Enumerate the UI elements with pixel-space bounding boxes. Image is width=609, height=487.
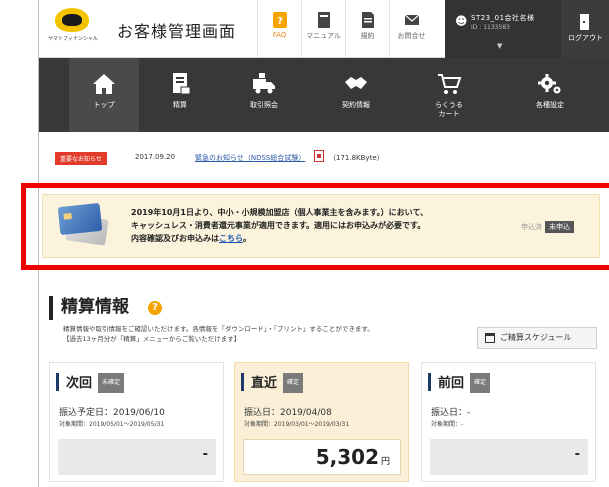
settlement-card-previous[interactable]: 前回 確定 振込日：- 対象期間：- - [421, 362, 596, 482]
cat-logo-icon [55, 8, 89, 32]
mail-icon [404, 14, 419, 25]
schedule-button[interactable]: ご精算スケジュール [477, 327, 597, 349]
card-amount-value: 5,302 [315, 445, 379, 469]
banner-line-3: 内容確認及びお申込みはこちら。 [131, 232, 501, 245]
settlement-card-next[interactable]: 次回 未確定 振込予定日：2019/06/10 対象期間：2019/05/01〜2… [49, 362, 224, 482]
gear-icon [538, 74, 561, 94]
notice-file-size: （171.8KByte） [329, 154, 384, 162]
banner-message: 2019年10月1日より、中小・小規模加盟店（個人事業主を含みます。）において、… [131, 206, 501, 245]
application-status: 申込済 未申込 [521, 221, 574, 233]
header-nav-label: 規約 [360, 32, 375, 40]
card-period: 対象期間：2019/05/01〜2019/05/31 [59, 421, 165, 428]
terms-icon [361, 12, 374, 28]
logout-icon [579, 14, 589, 30]
app-title: お客様管理画面 [117, 22, 237, 41]
header-nav-label: お問合せ [397, 32, 426, 40]
notice-link[interactable]: 緊急のお知らせ（NDSS総合試験） [195, 153, 305, 163]
card-status-tag: 確定 [470, 373, 491, 393]
card-transfer-date: 振込日：- [431, 408, 471, 418]
header-nav-contact[interactable]: お問合せ [389, 0, 433, 58]
main-nav-top[interactable]: トップ [69, 58, 139, 132]
card-amount: 5,302 円 [316, 445, 390, 469]
description-line-2: 【過去13ヶ月分が「精算」メニューからご覧いただけます】 [63, 335, 241, 343]
card-amount: - [574, 447, 580, 462]
header-nav-faq[interactable]: ? FAQ [257, 0, 301, 58]
credit-card-icon [57, 202, 103, 236]
banner-line-3-end: 。 [243, 234, 251, 243]
currency-unit: 円 [380, 457, 390, 467]
banner-line-2: キャッシュレス・消費者還元事業が適用できます。適用にはお申込みが必要です。 [131, 221, 426, 230]
faq-icon: ? [272, 12, 287, 28]
card-period: 対象期間：2019/03/01〜2019/03/31 [244, 421, 350, 428]
header-nav-label: マニュアル [306, 32, 341, 40]
calendar-icon [485, 333, 495, 343]
card-title-text: 直近 [251, 376, 278, 391]
card-amount-box: - [430, 439, 588, 475]
card-amount: - [202, 447, 208, 462]
pdf-icon[interactable] [314, 150, 324, 162]
manual-icon [317, 12, 330, 28]
card-title-text: 次回 [66, 376, 93, 391]
main-nav-label: 各種設定 [536, 101, 564, 109]
help-icon[interactable]: ? [148, 301, 162, 315]
main-nav-label: らくうる カート [435, 101, 463, 118]
cart-icon [438, 74, 462, 94]
section-description: 精算情報や取引情報をご確認いただけます。各情報を「ダウンロード」・「プリント」す… [63, 324, 463, 344]
banner-line-3-text: 内容確認及びお申込みは [131, 234, 219, 243]
card-title: 直近 確定 [241, 373, 304, 393]
main-nav-label: 契約情報 [342, 101, 370, 109]
header-nav-manual[interactable]: マニュアル [301, 0, 345, 58]
card-title-text: 前回 [438, 376, 465, 391]
user-icon: ☻ [455, 14, 468, 28]
delivery-truck-icon [253, 73, 275, 94]
important-notice-badge: 重要なお知らせ [55, 152, 107, 165]
document-icon [173, 73, 191, 95]
card-period: 対象期間：- [431, 421, 464, 428]
card-transfer-date: 振込予定日：2019/06/10 [59, 408, 165, 418]
apply-link[interactable]: こちら [219, 234, 243, 243]
status-label: 申込済 [521, 223, 542, 231]
company-logo[interactable]: ヤマトフィナンシャル [45, 6, 101, 48]
notice-bar: 重要なお知らせ 2017.09.20 緊急のお知らせ（NDSS総合試験） （17… [49, 150, 609, 166]
user-menu[interactable]: ☻ ST23_01会社名様 ID : 1133583 ▼ [445, 0, 561, 58]
schedule-button-label: ご精算スケジュール [500, 333, 572, 342]
home-icon [93, 74, 115, 94]
settlement-card-latest[interactable]: 直近 確定 振込日：2019/04/08 対象期間：2019/03/01〜2019… [234, 362, 409, 482]
header-nav-terms[interactable]: 規約 [345, 0, 389, 58]
notice-date: 2017.09.20 [135, 153, 176, 161]
card-title: 次回 未確定 [56, 373, 125, 393]
logout-label: ログアウト [568, 34, 603, 42]
card-title: 前回 確定 [428, 373, 491, 393]
card-status-tag: 確定 [283, 373, 304, 393]
cashless-banner: 2019年10月1日より、中小・小規模加盟店（個人事業主を含みます。）において、… [42, 194, 600, 258]
main-nav-label: 精算 [173, 101, 187, 109]
status-badge: 未申込 [545, 221, 574, 233]
main-nav-settings[interactable]: 各種設定 [515, 58, 585, 132]
main-nav-transactions[interactable]: 取引照会 [229, 58, 299, 132]
main-nav-cart[interactable]: らくうる カート [414, 58, 484, 132]
handshake-icon [345, 77, 367, 89]
logo-text: ヤマトフィナンシャル [48, 36, 98, 42]
card-transfer-date: 振込日：2019/04/08 [244, 408, 332, 418]
header: ヤマトフィナンシャル お客様管理画面 ? FAQ マニュアル 規約 お問合せ ☻… [39, 0, 609, 58]
main-nav-contract[interactable]: 契約情報 [321, 58, 391, 132]
chevron-down-icon: ▼ [497, 42, 503, 50]
description-line-1: 精算情報や取引情報をご確認いただけます。各情報を「ダウンロード」・「プリント」す… [63, 325, 374, 333]
section-title: 精算情報 [49, 296, 129, 320]
card-amount-box: - [58, 439, 216, 475]
main-nav-label: 取引照会 [250, 101, 278, 109]
card-status-tag: 未確定 [98, 373, 125, 393]
card-amount-box: 5,302 円 [243, 439, 401, 475]
svg-text:?: ? [277, 16, 283, 27]
logout-button[interactable]: ログアウト [561, 0, 609, 58]
main-nav-settlement[interactable]: 精算 [145, 58, 215, 132]
main-nav-label: トップ [93, 101, 115, 109]
main-nav: トップ 精算 取引照会 契約情報 らくうる カート 各種設定 [39, 58, 609, 132]
user-name: ST23_01会社名様 [471, 14, 535, 22]
user-id: ID : 1133583 [471, 24, 510, 31]
banner-line-1: 2019年10月1日より、中小・小規模加盟店（個人事業主を含みます。）において、 [131, 208, 429, 217]
header-nav-label: FAQ [272, 31, 287, 39]
